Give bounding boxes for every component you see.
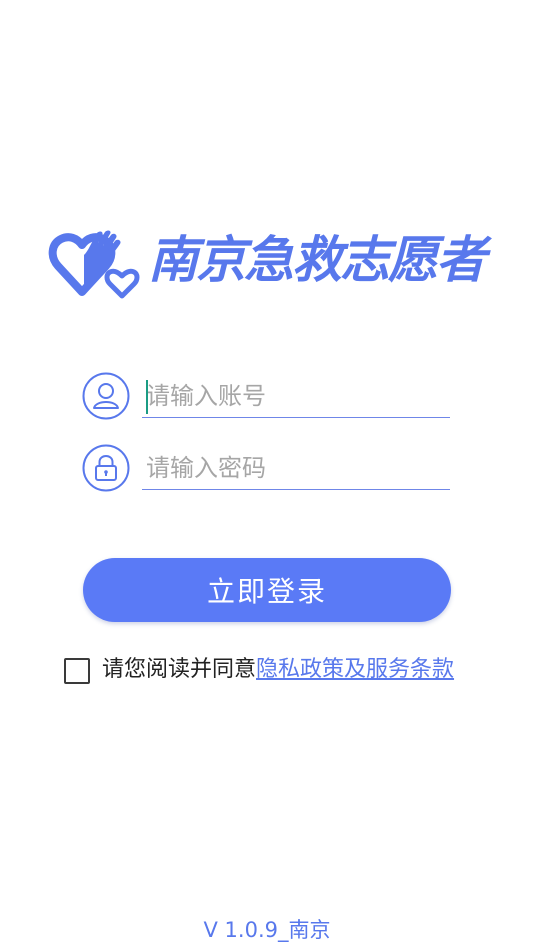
agreement-prefix: 请您阅读并同意 (102, 657, 257, 682)
app-title: 南京急救志愿者 (148, 231, 486, 289)
password-field (82, 444, 452, 494)
agreement-text: 请您阅读并同意隐私政策及服务条款 (102, 655, 454, 685)
account-field (82, 372, 452, 422)
account-input[interactable] (142, 374, 450, 418)
login-button[interactable]: 立即登录 (83, 558, 451, 622)
version-label: V 1.0.9_南京 (203, 918, 331, 942)
app-logo: 南京急救志愿者 (48, 224, 488, 300)
text-caret (146, 380, 148, 414)
login-screen: 南京急救志愿者 立即登录 请您阅读并同意隐私政策及服务条款 V 1.0.9_南京 (0, 0, 534, 950)
lock-icon (82, 444, 130, 492)
privacy-policy-link[interactable]: 隐私政策及服务条款 (256, 657, 454, 682)
user-icon (82, 372, 130, 420)
heart-hand-logo-icon (48, 230, 140, 299)
agreement-checkbox[interactable] (64, 658, 90, 684)
password-input[interactable] (142, 446, 450, 490)
